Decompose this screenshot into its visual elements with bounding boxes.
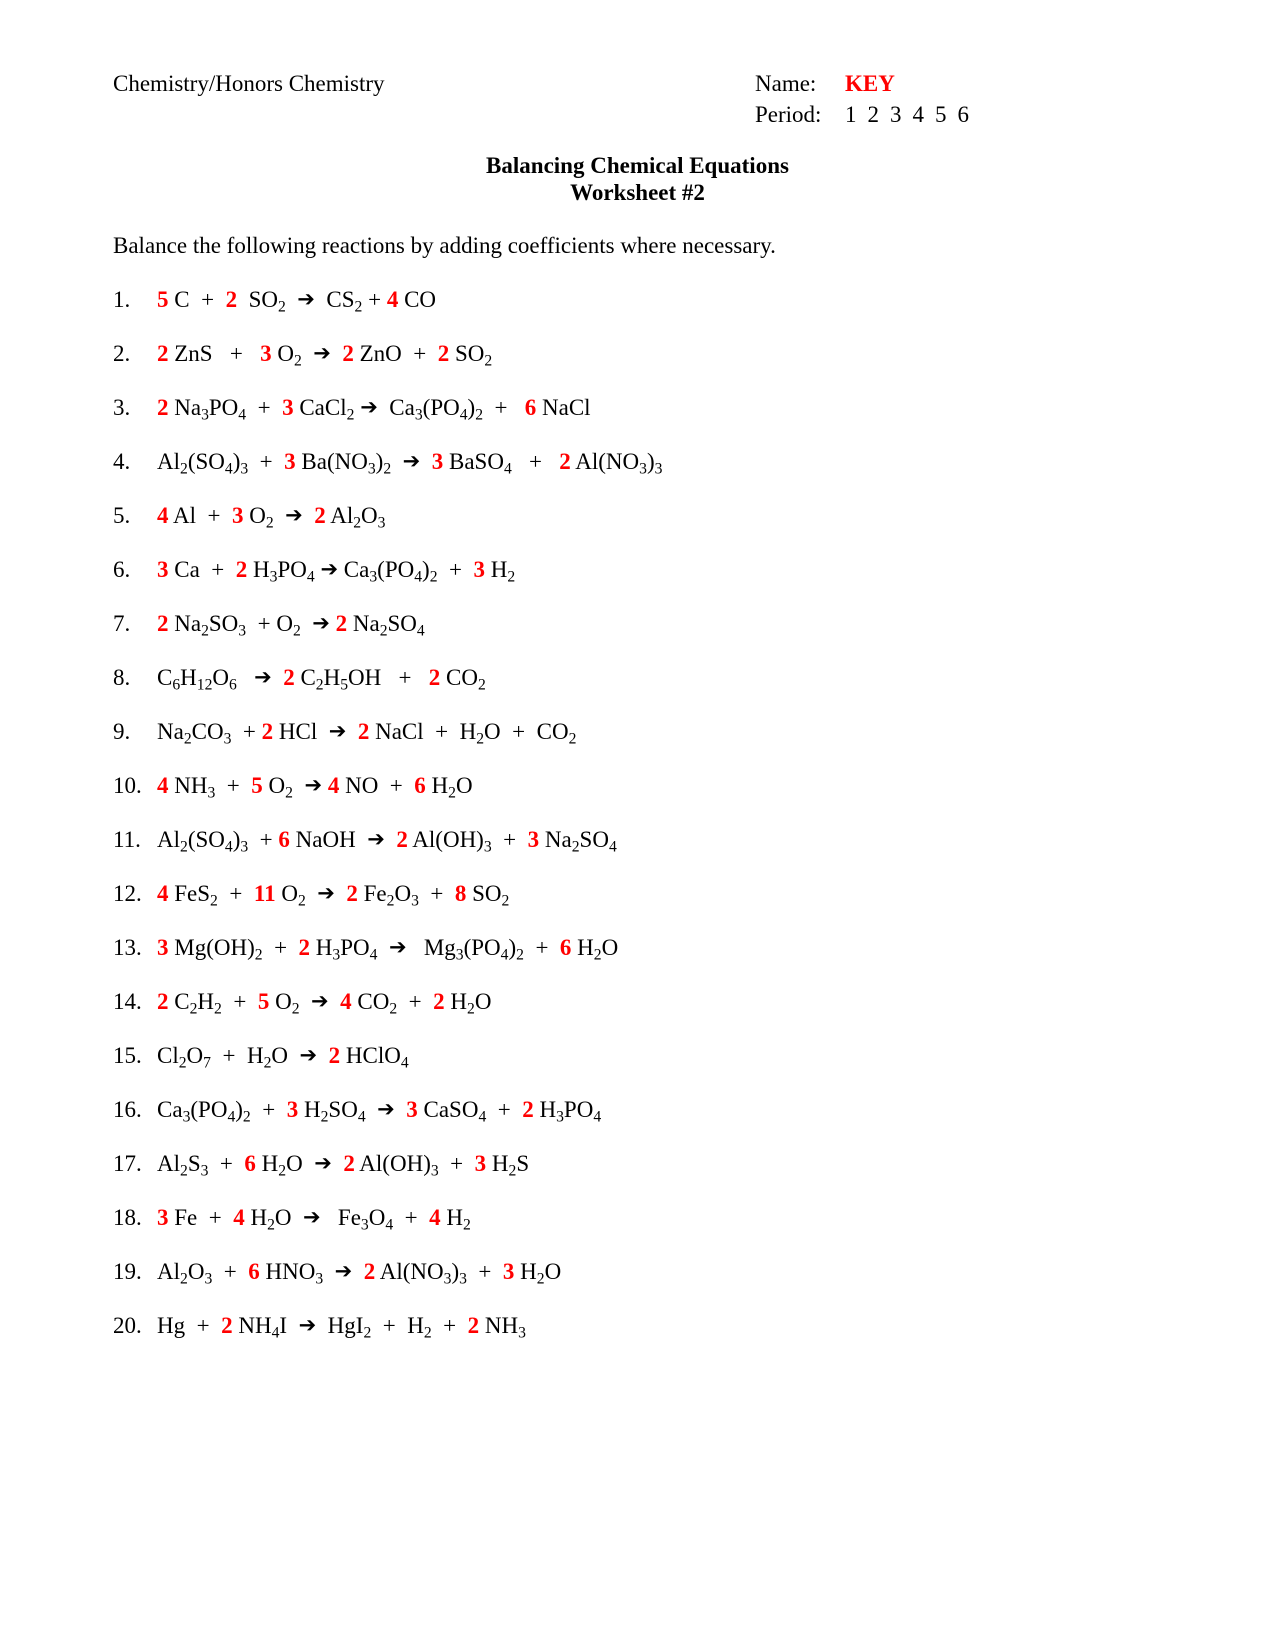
equation-expression: Al2(SO4)3 + 3 Ba(NO3)2 ➔ 3 BaSO4 + 2 Al(… bbox=[157, 449, 663, 478]
period-option-1[interactable]: 1 bbox=[845, 102, 857, 127]
equation-number: 9. bbox=[113, 719, 131, 744]
equation-expression: 3 Ca + 2 H3PO4 ➔ Ca3(PO4)2 + 3 H2 bbox=[157, 557, 516, 586]
equation-row: 12. 4 FeS2 + 11 O2 ➔ 2 Fe2O3 + 8 SO2 bbox=[113, 880, 1173, 934]
equation-expression: Na2CO3 + 2 HCl ➔ 2 NaCl + H2O + CO2 bbox=[157, 719, 577, 748]
equation-row: 19. Al2O3 + 6 HNO3 ➔ 2 Al(NO3)3 + 3 H2O bbox=[113, 1258, 1173, 1312]
equation-number: 2. bbox=[113, 341, 131, 366]
equation-expression: 4 FeS2 + 11 O2 ➔ 2 Fe2O3 + 8 SO2 bbox=[157, 881, 510, 910]
equation-number: 6. bbox=[113, 557, 131, 582]
equation-expression: Al2S3 + 6 H2O ➔ 2 Al(OH)3 + 3 H2S bbox=[157, 1151, 530, 1180]
equation-expression: Hg + 2 NH4I ➔ HgI2 + H2 + 2 NH3 bbox=[157, 1313, 526, 1342]
equation-number: 8. bbox=[113, 665, 131, 690]
equation-expression: Ca3(PO4)2 + 3 H2SO4 ➔ 3 CaSO4 + 2 H3PO4 bbox=[157, 1097, 602, 1126]
period-row: Period: 123456 bbox=[755, 99, 980, 130]
equation-expression: 5 C + 2 SO2 ➔ CS2 + 4 CO bbox=[157, 287, 437, 316]
equation-number: 7. bbox=[113, 611, 131, 636]
equation-number: 17. bbox=[113, 1151, 142, 1176]
period-option-2[interactable]: 2 bbox=[868, 102, 880, 127]
period-option-4[interactable]: 4 bbox=[913, 102, 925, 127]
equation-expression: 2 Na2SO3 + O2 ➔ 2 Na2SO4 bbox=[157, 611, 425, 640]
equation-row: 16. Ca3(PO4)2 + 3 H2SO4 ➔ 3 CaSO4 + 2 H3P… bbox=[113, 1096, 1173, 1150]
equation-number: 18. bbox=[113, 1205, 142, 1230]
equation-number: 5. bbox=[113, 503, 131, 528]
equation-number: 15. bbox=[113, 1043, 142, 1068]
name-value: KEY bbox=[845, 71, 895, 96]
period-option-3[interactable]: 3 bbox=[890, 102, 902, 127]
worksheet-header: Chemistry/Honors Chemistry Name: KEY Per… bbox=[113, 68, 1165, 130]
title-line-2: Worksheet #2 bbox=[570, 180, 705, 205]
course-title: Chemistry/Honors Chemistry bbox=[113, 71, 385, 96]
equation-expression: 3 Mg(OH)2 + 2 H3PO4 ➔ Mg3(PO4)2 + 6 H2O bbox=[157, 935, 619, 964]
equation-row: 20. Hg + 2 NH4I ➔ HgI2 + H2 + 2 NH3 bbox=[113, 1312, 1173, 1366]
equation-expression: 4 NH3 + 5 O2 ➔ 4 NO + 6 H2O bbox=[157, 773, 473, 802]
equation-row: 6. 3 Ca + 2 H3PO4 ➔ Ca3(PO4)2 + 3 H2 bbox=[113, 556, 1173, 610]
equation-row: 11. Al2(SO4)3 + 6 NaOH ➔ 2 Al(OH)3 + 3 Na… bbox=[113, 826, 1173, 880]
equation-row: 17. Al2S3 + 6 H2O ➔ 2 Al(OH)3 + 3 H2S bbox=[113, 1150, 1173, 1204]
name-label: Name: bbox=[755, 71, 817, 96]
equation-number: 4. bbox=[113, 449, 131, 474]
equation-number: 20. bbox=[113, 1313, 142, 1338]
equation-row: 14. 2 C2H2 + 5 O2 ➔ 4 CO2 + 2 H2O bbox=[113, 988, 1173, 1042]
equation-row: 18. 3 Fe + 4 H2O ➔ Fe3O4 + 4 H2 bbox=[113, 1204, 1173, 1258]
page-title: Balancing Chemical Equations Worksheet #… bbox=[0, 152, 1275, 206]
equation-number: 12. bbox=[113, 881, 142, 906]
instructions-text: Balance the following reactions by addin… bbox=[113, 233, 776, 258]
equation-number: 3. bbox=[113, 395, 131, 420]
equation-expression: Cl2O7 + H2O ➔ 2 HClO4 bbox=[157, 1043, 409, 1072]
equation-list: 1. 5 C + 2 SO2 ➔ CS2 + 4 CO 2. 2 ZnS + 3 O2… bbox=[113, 286, 1173, 1366]
period-options[interactable]: 123456 bbox=[845, 99, 980, 130]
equation-row: 3. 2 Na3PO4 + 3 CaCl2 ➔ Ca3(PO4)2 + 6 NaC… bbox=[113, 394, 1173, 448]
equation-row: 7. 2 Na2SO3 + O2 ➔ 2 Na2SO4 bbox=[113, 610, 1173, 664]
equation-row: 9. Na2CO3 + 2 HCl ➔ 2 NaCl + H2O + CO2 bbox=[113, 718, 1173, 772]
equation-row: 10. 4 NH3 + 5 O2 ➔ 4 NO + 6 H2O bbox=[113, 772, 1173, 826]
title-line-1: Balancing Chemical Equations bbox=[486, 153, 789, 178]
equation-row: 13. 3 Mg(OH)2 + 2 H3PO4 ➔ Mg3(PO4)2 + 6 H… bbox=[113, 934, 1173, 988]
equation-number: 10. bbox=[113, 773, 142, 798]
worksheet-page: Chemistry/Honors Chemistry Name: KEY Per… bbox=[0, 0, 1275, 1650]
student-info-block: Name: KEY Period: 123456 bbox=[755, 68, 980, 130]
period-option-6[interactable]: 6 bbox=[958, 102, 970, 127]
equation-number: 14. bbox=[113, 989, 142, 1014]
equation-expression: C6H12O6 ➔ 2 C2H5OH + 2 CO2 bbox=[157, 665, 486, 694]
equation-row: 1. 5 C + 2 SO2 ➔ CS2 + 4 CO bbox=[113, 286, 1173, 340]
equation-number: 11. bbox=[113, 827, 141, 852]
equation-expression: 3 Fe + 4 H2O ➔ Fe3O4 + 4 H2 bbox=[157, 1205, 471, 1234]
name-row: Name: KEY bbox=[755, 68, 980, 99]
equation-expression: Al2O3 + 6 HNO3 ➔ 2 Al(NO3)3 + 3 H2O bbox=[157, 1259, 562, 1288]
equation-expression: 2 Na3PO4 + 3 CaCl2 ➔ Ca3(PO4)2 + 6 NaCl bbox=[157, 395, 591, 424]
equation-number: 16. bbox=[113, 1097, 142, 1122]
equation-row: 8. C6H12O6 ➔ 2 C2H5OH + 2 CO2 bbox=[113, 664, 1173, 718]
equation-expression: 2 C2H2 + 5 O2 ➔ 4 CO2 + 2 H2O bbox=[157, 989, 492, 1018]
equation-number: 19. bbox=[113, 1259, 142, 1284]
equation-row: 2. 2 ZnS + 3 O2 ➔ 2 ZnO + 2 SO2 bbox=[113, 340, 1173, 394]
equation-row: 4. Al2(SO4)3 + 3 Ba(NO3)2 ➔ 3 BaSO4 + 2 A… bbox=[113, 448, 1173, 502]
equation-number: 13. bbox=[113, 935, 142, 960]
period-option-5[interactable]: 5 bbox=[935, 102, 947, 127]
period-label: Period: bbox=[755, 102, 822, 127]
equation-expression: Al2(SO4)3 + 6 NaOH ➔ 2 Al(OH)3 + 3 Na2SO… bbox=[157, 827, 617, 856]
equation-expression: 4 Al + 3 O2 ➔ 2 Al2O3 bbox=[157, 503, 386, 532]
equation-number: 1. bbox=[113, 287, 131, 312]
equation-row: 5. 4 Al + 3 O2 ➔ 2 Al2O3 bbox=[113, 502, 1173, 556]
equation-expression: 2 ZnS + 3 O2 ➔ 2 ZnO + 2 SO2 bbox=[157, 341, 493, 370]
equation-row: 15. Cl2O7 + H2O ➔ 2 HClO4 bbox=[113, 1042, 1173, 1096]
